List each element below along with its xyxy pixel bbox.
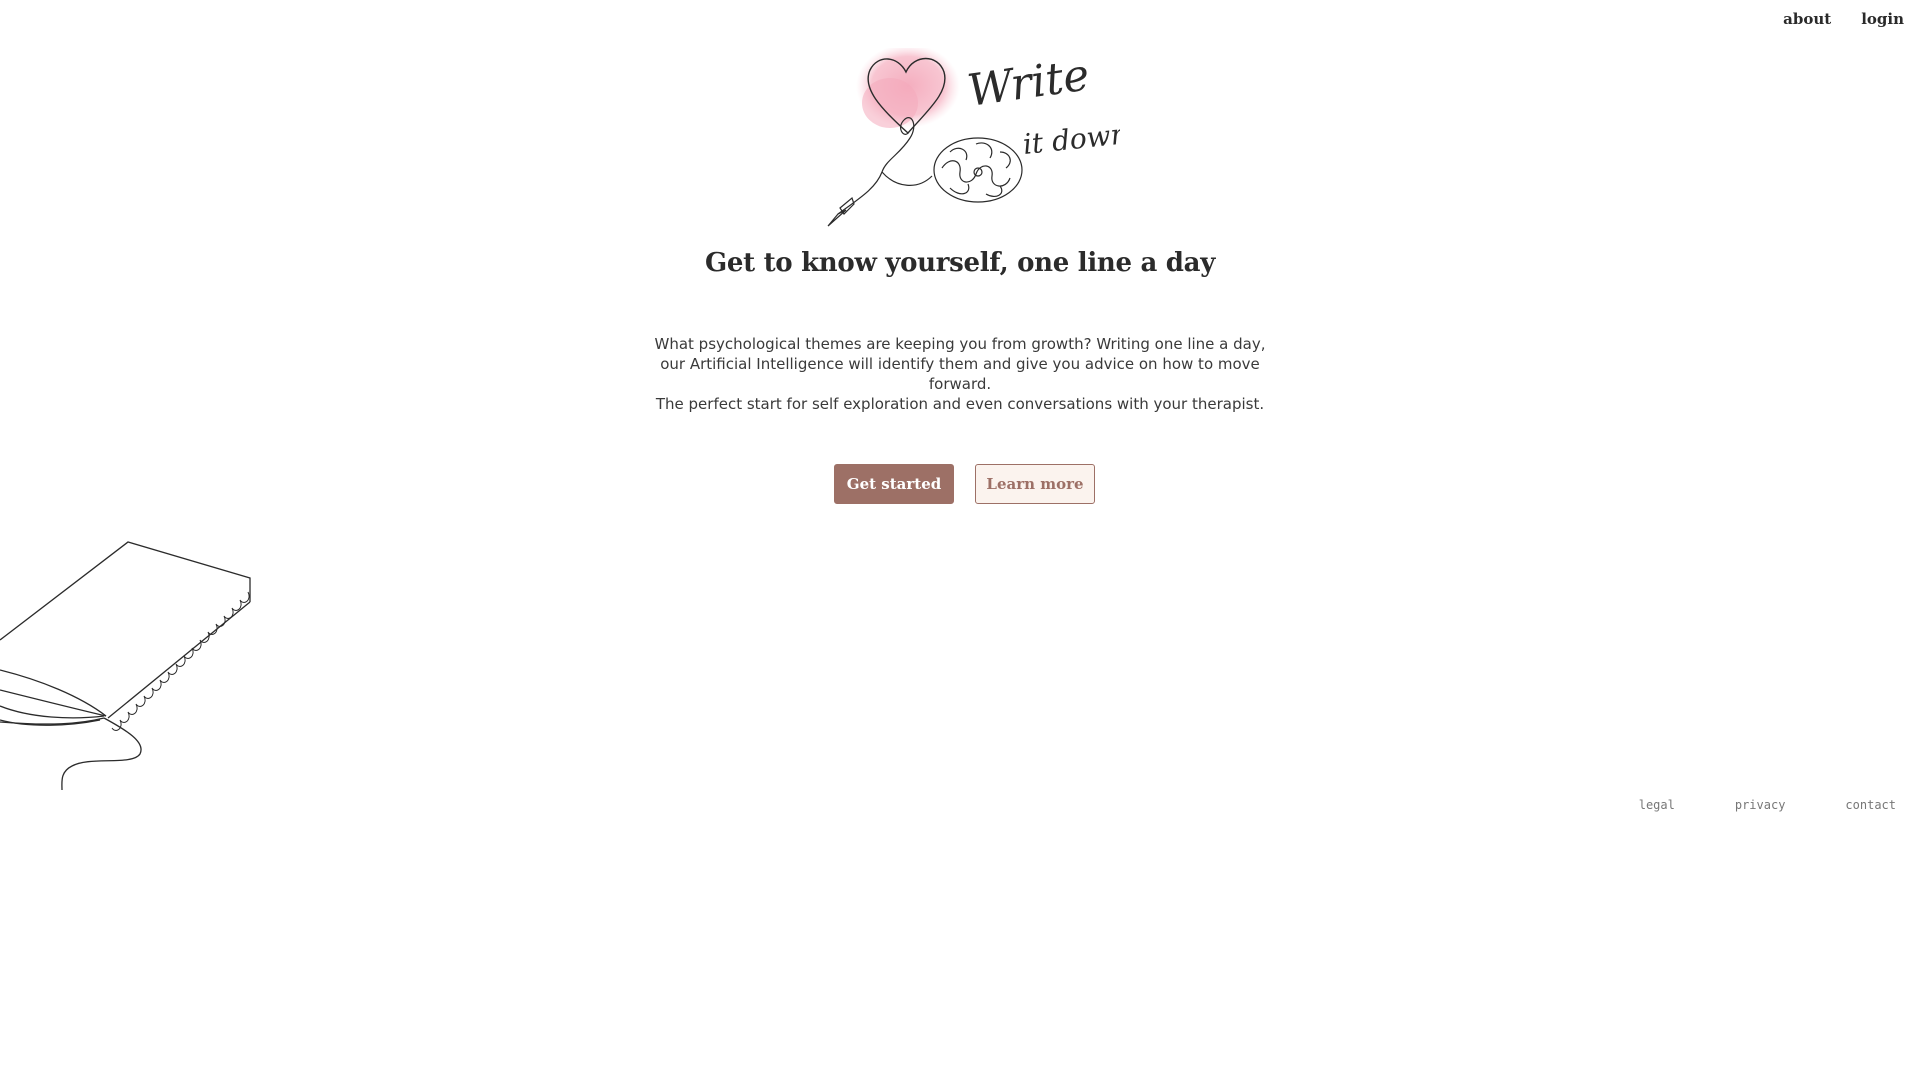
get-started-button[interactable]: Get started: [834, 464, 954, 504]
notebook-illustration: [0, 541, 251, 790]
learn-more-button[interactable]: Learn more: [975, 464, 1095, 504]
hero-headline: Get to know yourself, one line a day: [704, 248, 1216, 278]
brain-icon: [933, 137, 1023, 203]
logo-text-write: Write: [964, 49, 1092, 116]
hero-subdescription: The perfect start for self exploration a…: [655, 395, 1265, 413]
privacy-link[interactable]: privacy: [1735, 798, 1786, 812]
login-link[interactable]: login: [1861, 10, 1904, 28]
top-nav: about login: [1783, 10, 1904, 28]
pink-blot: [856, 48, 960, 128]
write-it-down-logo: Write it down: [827, 48, 1120, 227]
spiral-binding-icon: [111, 591, 250, 731]
hero-description: What psychological themes are keeping yo…: [654, 335, 1266, 393]
contact-link[interactable]: contact: [1845, 798, 1896, 812]
legal-link[interactable]: legal: [1639, 798, 1675, 812]
pen-nib-icon: [827, 196, 855, 227]
logo-text-it-down: it down: [1021, 117, 1120, 161]
footer-links: legal privacy contact: [1639, 798, 1896, 812]
about-link[interactable]: about: [1783, 10, 1831, 28]
